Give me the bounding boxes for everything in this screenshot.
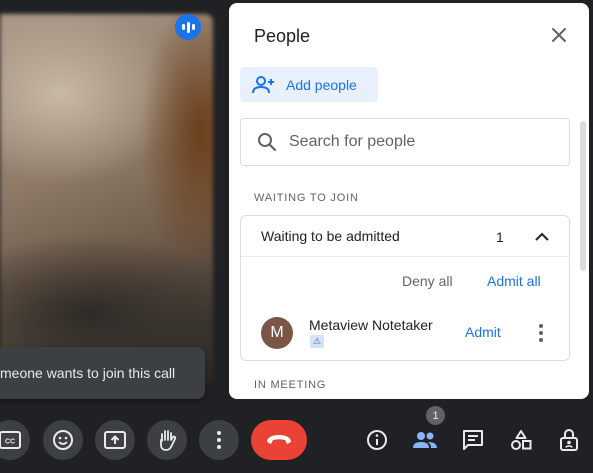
add-people-label: Add people (286, 76, 357, 93)
guest-name: Metaview Notetaker (309, 317, 433, 333)
waiting-group-header[interactable]: Waiting to be admitted 1 (241, 216, 569, 257)
warning-triangle-icon: ⚠ (310, 335, 324, 348)
participant-video-tile (0, 14, 213, 386)
emoji-button[interactable] (43, 420, 83, 460)
activities-icon (511, 430, 532, 450)
people-icon (413, 432, 437, 448)
closed-captions-icon: CC (0, 431, 21, 449)
admit-all-button[interactable]: Admit all (487, 273, 541, 289)
speaking-indicator-icon (175, 14, 201, 40)
toast-text: meone wants to join this call (0, 365, 176, 381)
raise-hand-button[interactable] (147, 420, 187, 460)
deny-all-button[interactable]: Deny all (402, 273, 453, 289)
avatar: M (261, 317, 293, 349)
admit-guest-button[interactable]: Admit (465, 324, 501, 340)
people-count-badge: 1 (426, 406, 445, 425)
waiting-group-title: Waiting to be admitted (261, 228, 400, 244)
chevron-up-icon (535, 232, 549, 241)
collapse-group-button[interactable] (531, 225, 553, 247)
info-icon (367, 430, 387, 450)
present-screen-icon (104, 431, 126, 449)
people-button[interactable] (412, 427, 438, 453)
meeting-info-button[interactable] (364, 427, 390, 453)
panel-scrollbar[interactable] (580, 121, 586, 271)
emoji-icon (53, 430, 73, 450)
close-icon (552, 28, 566, 42)
in-meeting-section-label: IN MEETING (254, 379, 327, 391)
people-panel: People Add people WAITING TO JOIN Waitin… (229, 3, 589, 399)
host-controls-icon (560, 428, 578, 451)
person-add-icon (252, 75, 274, 93)
present-screen-button[interactable] (95, 420, 135, 460)
panel-title: People (254, 26, 311, 46)
join-request-toast[interactable]: meone wants to join this call (0, 347, 205, 399)
more-options-icon (217, 431, 221, 449)
add-people-button[interactable]: Add people (240, 67, 378, 102)
waiting-section-label: WAITING TO JOIN (254, 192, 359, 204)
chat-button[interactable] (460, 427, 486, 453)
search-people-field[interactable] (240, 118, 570, 166)
end-call-button[interactable] (251, 420, 307, 460)
svg-text:CC: CC (5, 439, 15, 446)
guest-more-options-icon[interactable] (533, 321, 549, 345)
search-icon (258, 133, 277, 152)
more-options-button[interactable] (199, 420, 239, 460)
activities-button[interactable] (508, 427, 534, 453)
host-controls-button[interactable] (556, 427, 582, 453)
waiting-to-join-group: Waiting to be admitted 1 Deny all Admit … (240, 215, 570, 361)
closed-captions-button[interactable]: CC (0, 420, 30, 460)
search-people-input[interactable] (289, 133, 529, 151)
end-call-icon (267, 435, 291, 444)
raise-hand-icon (160, 430, 177, 451)
close-panel-button[interactable] (547, 23, 571, 47)
waiting-count: 1 (496, 229, 504, 245)
chat-icon (463, 430, 483, 450)
